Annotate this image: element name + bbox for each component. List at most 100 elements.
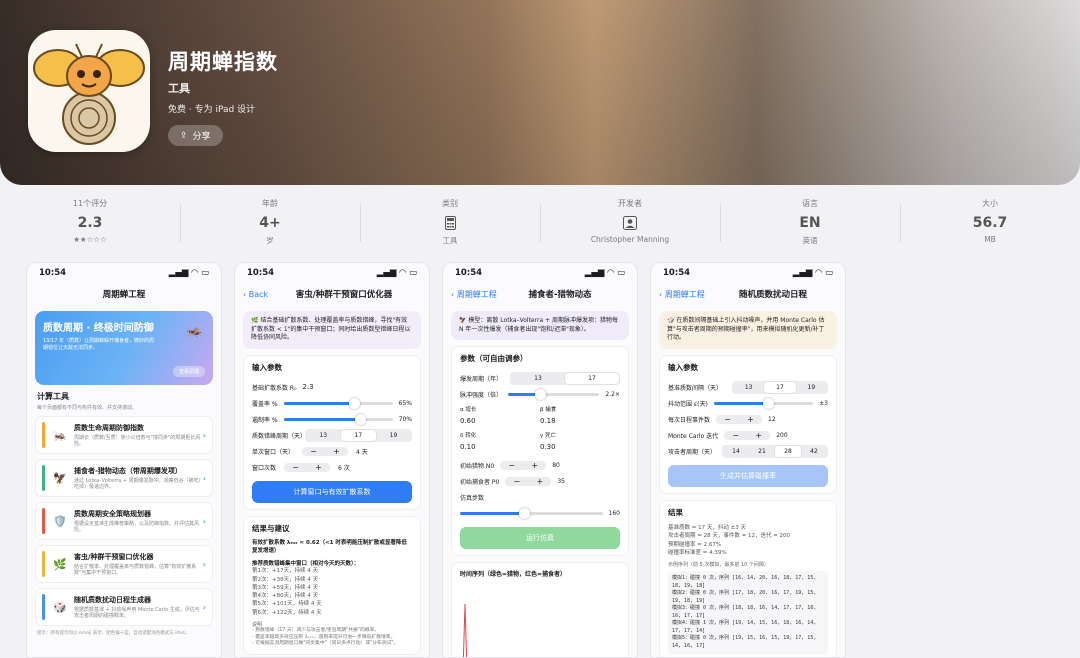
- screenshot-pest-window[interactable]: 10:54 ▂▄▆ ◠ ▭ ‹ Back 害虫/种群干预窗口优化器 🌿 结合基础扩散…: [234, 262, 430, 658]
- plus-icon[interactable]: +: [325, 447, 348, 456]
- effect-row: 遏制率 % 70%: [252, 411, 412, 427]
- sample-line: 模拟4：碰撞 1 次，序列 [19, 14, 15, 16, 18, 16, 1…: [672, 620, 817, 634]
- leaf-icon: 🌿: [251, 317, 261, 324]
- minus-icon[interactable]: −: [500, 461, 523, 470]
- events-stepper[interactable]: − +: [716, 414, 763, 424]
- minus-icon[interactable]: −: [505, 477, 528, 486]
- period-segmented[interactable]: 13 17 19: [304, 428, 412, 442]
- minus-icon[interactable]: −: [302, 447, 325, 456]
- info-note: 🌿 结合基础扩散系数、处理覆盖率与质数错峰，寻找"有效扩散系数 < 1"的集中干…: [243, 311, 421, 350]
- tool-item-strategy-planner[interactable]: 🛡️ 质数周期安全策略规划器 根据设定基准生成推荐策略，以及防御指数、并评估其风险…: [35, 502, 213, 540]
- gamma-label: γ 死亡: [540, 433, 557, 440]
- wifi-icon: ◠: [607, 268, 614, 278]
- status-time: 10:54: [663, 268, 691, 278]
- minus-icon[interactable]: −: [724, 431, 747, 440]
- tool-item-random-schedule[interactable]: 🎲 随机质数扰动日程生成器 根据质数基准 + 抖动噪声用 Monte Carlo …: [35, 588, 213, 626]
- r0-input[interactable]: 2.3: [302, 383, 313, 391]
- back-button[interactable]: ‹ Back: [243, 290, 268, 299]
- steps-value: 160: [608, 509, 620, 517]
- banner-button[interactable]: 查看原理: [172, 366, 205, 377]
- prey-stepper[interactable]: − +: [500, 460, 547, 470]
- wifi-icon: ◠: [399, 268, 406, 278]
- tool-item-pest-window[interactable]: 🌿 害虫/种群干预窗口优化器 结合扩散率、处理覆盖率与质数错峰，估算"有效扩散系数…: [35, 545, 213, 583]
- pulse-slider[interactable]: [508, 388, 600, 400]
- chevron-right-icon: ›: [202, 473, 206, 483]
- status-icons: ▂▄▆ ◠ ▭: [377, 268, 417, 278]
- alpha-input[interactable]: 0.60: [460, 417, 540, 425]
- rating-stars: ★★☆☆☆: [73, 235, 107, 244]
- section-subtitle: 每个页面都有不同与构件有效、并支持滚动。: [37, 405, 138, 411]
- segment-option[interactable]: 21: [749, 446, 775, 457]
- effect-slider[interactable]: [283, 413, 393, 425]
- attack-segmented[interactable]: 14 21 28 42: [722, 444, 828, 458]
- tool-item-predator-prey[interactable]: 🦅 捕食者-猎物动态（带周期爆发项） 通过 Lotka–Volterra + 周期…: [35, 459, 213, 497]
- gamma-input[interactable]: 0.30: [540, 443, 620, 451]
- sample-line: 模拟5：碰撞 0 次，序列 [19, 15, 16, 15, 19, 17, 1…: [672, 635, 817, 649]
- run-simulation-button[interactable]: 运行仿真: [460, 527, 620, 550]
- tool-name: 害虫/种群干预窗口优化器: [74, 552, 154, 561]
- tool-accent: [42, 594, 45, 620]
- segment-option[interactable]: 28: [775, 445, 801, 457]
- segment-option[interactable]: 19: [796, 382, 827, 393]
- app-category[interactable]: 工具: [168, 80, 278, 96]
- screenshot-predator-prey[interactable]: 10:54 ▂▄▆ ◠ ▭ ‹ 周期蝉工程 捕食者-猎物动态 🦅 模型：离散 Lot…: [442, 262, 638, 658]
- status-icons: ▂▄▆ ◠ ▭: [793, 268, 833, 278]
- back-button[interactable]: ‹ 周期蝉工程: [659, 289, 705, 300]
- segment-option[interactable]: 42: [801, 446, 827, 457]
- burst-label: 爆发周期（年）: [460, 375, 503, 383]
- beta-input[interactable]: 0.18: [540, 417, 620, 425]
- calculate-button[interactable]: 计算窗口与有效扩散系数: [252, 481, 412, 504]
- tool-accent: [42, 551, 45, 577]
- events-value: 12: [768, 415, 776, 423]
- predator-stepper[interactable]: − +: [505, 476, 552, 486]
- screenshot-home[interactable]: 10:54 ▂▄▆ ◠ ▭ 周期蝉工程 质数周期 · 终极时间防御 13/17 …: [26, 262, 222, 658]
- screenshot-random-schedule[interactable]: 10:54 ▂▄▆ ◠ ▭ ‹ 周期蝉工程 随机质数扰动日程 🎲 在质数间隔基础上引…: [650, 262, 846, 658]
- generate-button[interactable]: 生成并估算碰撞率: [668, 465, 828, 488]
- card-header: 结果与建议: [252, 524, 290, 534]
- plus-icon[interactable]: +: [523, 461, 546, 470]
- burst-segmented[interactable]: 13 17: [510, 371, 620, 385]
- segment-option[interactable]: 13: [511, 373, 565, 384]
- app-hero-banner: 周期蝉指数 工具 免费 · 专为 iPad 设计 ⇪ 分享: [0, 0, 1080, 185]
- mc-stepper[interactable]: − +: [724, 430, 771, 440]
- segment-option[interactable]: 19: [376, 430, 411, 441]
- delta-input[interactable]: 0.10: [460, 443, 540, 451]
- eagle-icon: 🦅: [459, 317, 469, 324]
- plus-icon[interactable]: +: [747, 431, 770, 440]
- plus-icon[interactable]: +: [307, 463, 330, 472]
- tool-name: 质数生命周期防御指数: [74, 423, 144, 432]
- segment-option[interactable]: 13: [306, 430, 341, 441]
- segment-option[interactable]: 14: [723, 446, 749, 457]
- stat-developer[interactable]: 开发者 Christopher Manning: [540, 198, 720, 246]
- card-header: 输入参数: [252, 363, 282, 373]
- status-bar: 10:54 ▂▄▆ ◠ ▭: [443, 263, 637, 283]
- share-button[interactable]: ⇪ 分享: [168, 125, 223, 146]
- minus-icon[interactable]: −: [716, 415, 739, 424]
- plus-icon[interactable]: +: [739, 415, 762, 424]
- segment-option[interactable]: 17: [565, 372, 619, 384]
- pulse-row: 脉冲强度（倍） 2.2×: [460, 386, 620, 402]
- battery-icon: ▭: [616, 268, 625, 278]
- result-subtitle: 推荐质数错峰集中窗口（相对今天的天数）：: [252, 561, 360, 568]
- segment-option[interactable]: 17: [764, 381, 796, 393]
- stat-category[interactable]: 类别 工具: [360, 198, 540, 246]
- segment-option[interactable]: 17: [340, 429, 376, 441]
- steps-slider[interactable]: [460, 507, 603, 519]
- tool-item-prime-defense[interactable]: 🦗 质数生命周期防御指数 周期长（质数/互质）使小公倍数与"撞同步"的周期更长风险…: [35, 416, 213, 454]
- segment-option[interactable]: 13: [733, 382, 764, 393]
- coverage-slider[interactable]: [283, 397, 393, 409]
- tool-desc: 根据质数基准 + 抖动噪声用 Monte Carlo 生成，评估与攻击者周期的碰…: [74, 606, 200, 620]
- stat-label: 11个评分: [72, 199, 108, 208]
- plus-icon[interactable]: +: [528, 477, 551, 486]
- nav-title: 随机质数扰动日程: [738, 290, 807, 300]
- count-row: 窗口次数 − + 6 次: [252, 459, 412, 475]
- count-stepper[interactable]: − +: [284, 462, 331, 472]
- sample-list: 模拟1：碰撞 0 次，序列 [16, 14, 20, 16, 18, 17, 1…: [668, 571, 828, 655]
- base-label: 基准质数间隔（天）: [668, 384, 723, 392]
- back-button[interactable]: ‹ 周期蝉工程: [451, 289, 497, 300]
- window-stepper[interactable]: − +: [302, 446, 349, 456]
- nav-title: 周期蝉工程: [102, 290, 146, 300]
- base-segmented[interactable]: 13 17 19: [732, 380, 828, 394]
- minus-icon[interactable]: −: [284, 463, 307, 472]
- jitter-slider[interactable]: [713, 397, 814, 409]
